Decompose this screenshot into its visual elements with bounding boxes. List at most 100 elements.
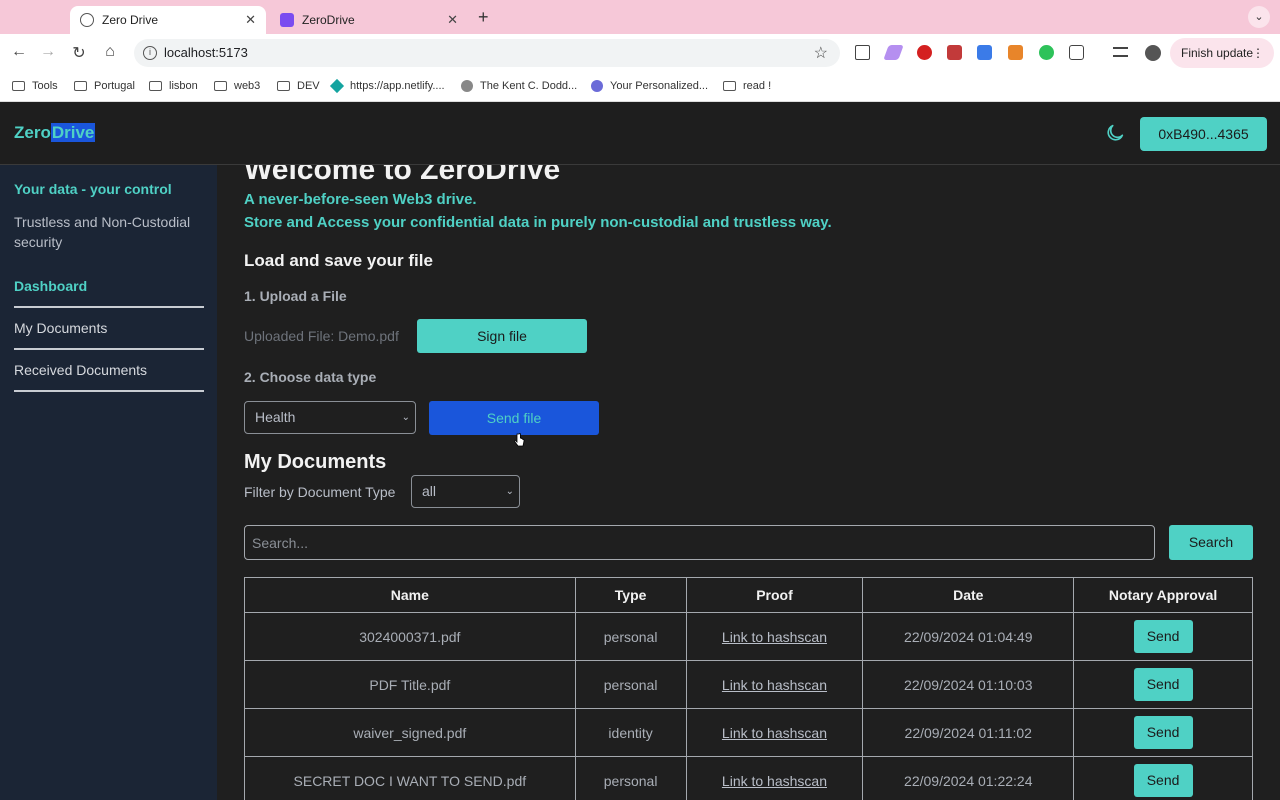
forward-arrow-icon[interactable]: → xyxy=(38,43,58,61)
bookmark-dev[interactable]: DEV xyxy=(277,80,320,92)
chevron-down-icon: ⌄ xyxy=(505,486,514,497)
opera-extension-icon[interactable] xyxy=(917,45,932,60)
media-queue-icon[interactable] xyxy=(1113,47,1128,57)
cell-date: 22/09/2024 01:22:24 xyxy=(862,756,1075,800)
app-header: ZeroDrive 0xB490...4365 xyxy=(0,103,1280,165)
tab-search-chevron-icon[interactable]: ⌄ xyxy=(1248,6,1270,28)
cell-proof: Link to hashscan xyxy=(685,756,864,800)
sidebar-item-dashboard[interactable]: Dashboard xyxy=(14,266,204,308)
folder-icon xyxy=(12,81,25,91)
logo-part-zero: Zero xyxy=(14,123,51,142)
close-tab-icon[interactable]: ✕ xyxy=(447,12,458,28)
step-upload-label: 1. Upload a File xyxy=(244,288,347,304)
chevron-down-icon: ⌄ xyxy=(401,412,410,423)
cell-name: 3024000371.pdf xyxy=(244,612,576,661)
cell-type: identity xyxy=(574,708,687,757)
send-file-button[interactable]: Send file xyxy=(429,401,599,435)
bookmark-star-icon[interactable]: ☆ xyxy=(814,43,828,63)
cell-name: waiver_signed.pdf xyxy=(244,708,576,757)
folder-icon xyxy=(723,81,736,91)
sign-file-button[interactable]: Sign file xyxy=(417,319,587,353)
sidebar-item-received-documents[interactable]: Received Documents xyxy=(14,350,204,392)
new-tab-icon[interactable]: + xyxy=(478,7,489,28)
bookmark-netlify[interactable]: https://app.netlify.... xyxy=(329,78,445,94)
step-data-type-label: 2. Choose data type xyxy=(244,369,377,385)
pen-extension-icon[interactable] xyxy=(883,45,904,60)
bookmark-portugal[interactable]: Portugal xyxy=(74,80,135,92)
close-tab-icon[interactable]: ✕ xyxy=(245,12,256,28)
bookmark-read[interactable]: read ! xyxy=(723,80,771,92)
metamask-extension-icon[interactable] xyxy=(1008,45,1023,60)
cell-date: 22/09/2024 01:11:02 xyxy=(862,708,1075,757)
home-icon[interactable]: ⌂ xyxy=(100,43,120,61)
site-info-icon[interactable]: i xyxy=(143,46,157,60)
netlify-icon xyxy=(329,78,345,94)
column-header-notary-approval: Notary Approval xyxy=(1073,577,1253,613)
search-input[interactable]: Search... xyxy=(244,525,1155,560)
hashscan-link[interactable]: Link to hashscan xyxy=(722,773,827,789)
profile-avatar-icon[interactable] xyxy=(1145,45,1161,61)
hashscan-link[interactable]: Link to hashscan xyxy=(722,725,827,741)
address-url[interactable]: localhost:5173 xyxy=(164,45,248,60)
browser-tab-zerodrive[interactable]: ZeroDrive ✕ xyxy=(270,6,468,34)
logo-part-drive: Drive xyxy=(50,123,96,142)
moon-icon[interactable] xyxy=(1104,122,1126,144)
data-type-select[interactable]: Health ⌄ xyxy=(244,401,416,434)
cell-notary: Send xyxy=(1073,612,1253,661)
sidebar-item-my-documents[interactable]: My Documents xyxy=(14,308,204,350)
send-button[interactable]: Send xyxy=(1133,716,1193,749)
browser-toolbar: ← → ↻ ⌂ i localhost:5173 ☆ Finish update… xyxy=(0,34,1280,72)
folder-icon xyxy=(277,81,290,91)
cell-notary: Send xyxy=(1073,756,1253,800)
hashscan-link[interactable]: Link to hashscan xyxy=(722,629,827,645)
send-button[interactable]: Send xyxy=(1133,668,1193,701)
screenshot-icon[interactable] xyxy=(855,45,870,60)
bookmark-kent-c-dodds[interactable]: The Kent C. Dodd... xyxy=(461,80,577,92)
tab-title: Zero Drive xyxy=(102,13,159,27)
welcome-title: Welcome to ZeroDrive xyxy=(244,165,561,186)
bookmark-web3[interactable]: web3 xyxy=(214,80,260,92)
back-arrow-icon[interactable]: ← xyxy=(9,43,29,61)
bookmark-your-personalized[interactable]: Your Personalized... xyxy=(591,80,708,92)
table-row: SECRET DOC I WANT TO SEND.pdf personal L… xyxy=(244,756,1253,800)
table-header-row: Name Type Proof Date Notary Approval xyxy=(244,577,1253,613)
reload-icon[interactable]: ↻ xyxy=(69,43,89,63)
cell-type: personal xyxy=(574,660,687,709)
app-logo[interactable]: ZeroDrive xyxy=(14,123,96,143)
green-extension-icon[interactable] xyxy=(1039,45,1054,60)
search-button[interactable]: Search xyxy=(1169,525,1253,560)
address-bar[interactable]: i localhost:5173 ☆ xyxy=(134,39,840,67)
tagline-web3-drive: A never-before-seen Web3 drive. xyxy=(244,191,477,208)
cube-icon xyxy=(591,80,603,92)
cell-date: 22/09/2024 01:04:49 xyxy=(862,612,1075,661)
cell-proof: Link to hashscan xyxy=(685,660,864,709)
send-button[interactable]: Send xyxy=(1133,620,1193,653)
table-row: 3024000371.pdf personal Link to hashscan… xyxy=(244,612,1253,661)
browser-tab-zero-drive[interactable]: Zero Drive ✕ xyxy=(70,6,266,34)
filter-selected: all xyxy=(422,483,437,499)
main-content: Welcome to ZeroDrive A never-before-seen… xyxy=(217,165,1280,800)
hashscan-link[interactable]: Link to hashscan xyxy=(722,677,827,693)
tab-title: ZeroDrive xyxy=(302,13,355,27)
column-header-type: Type xyxy=(574,577,687,613)
load-section-title: Load and save your file xyxy=(244,251,433,270)
folder-icon xyxy=(149,81,162,91)
send-button[interactable]: Send xyxy=(1133,764,1193,797)
data-type-selected: Health xyxy=(255,409,296,425)
document-type-filter-select[interactable]: all ⌄ xyxy=(411,475,520,508)
finish-update-button[interactable]: Finish update ⋮ xyxy=(1170,38,1274,68)
wallet-address-button[interactable]: 0xB490...4365 xyxy=(1140,117,1267,151)
bookmark-lisbon[interactable]: lisbon xyxy=(149,80,198,92)
bookmarks-bar: Tools Portugal lisbon web3 DEV https://a… xyxy=(0,72,1280,102)
bookmark-tools[interactable]: Tools xyxy=(12,80,58,92)
translate-extension-icon[interactable] xyxy=(977,45,992,60)
documents-table: Name Type Proof Date Notary Approval 302… xyxy=(244,577,1253,800)
extensions-puzzle-icon[interactable] xyxy=(1069,45,1084,60)
column-header-name: Name xyxy=(244,577,576,613)
cell-notary: Send xyxy=(1073,660,1253,709)
red-extension-icon[interactable] xyxy=(947,45,962,60)
sidebar-tagline: Your data - your control xyxy=(14,181,172,197)
filter-label: Filter by Document Type xyxy=(244,484,396,500)
more-menu-icon[interactable]: ⋮ xyxy=(1252,38,1264,68)
globe-icon xyxy=(80,13,94,27)
